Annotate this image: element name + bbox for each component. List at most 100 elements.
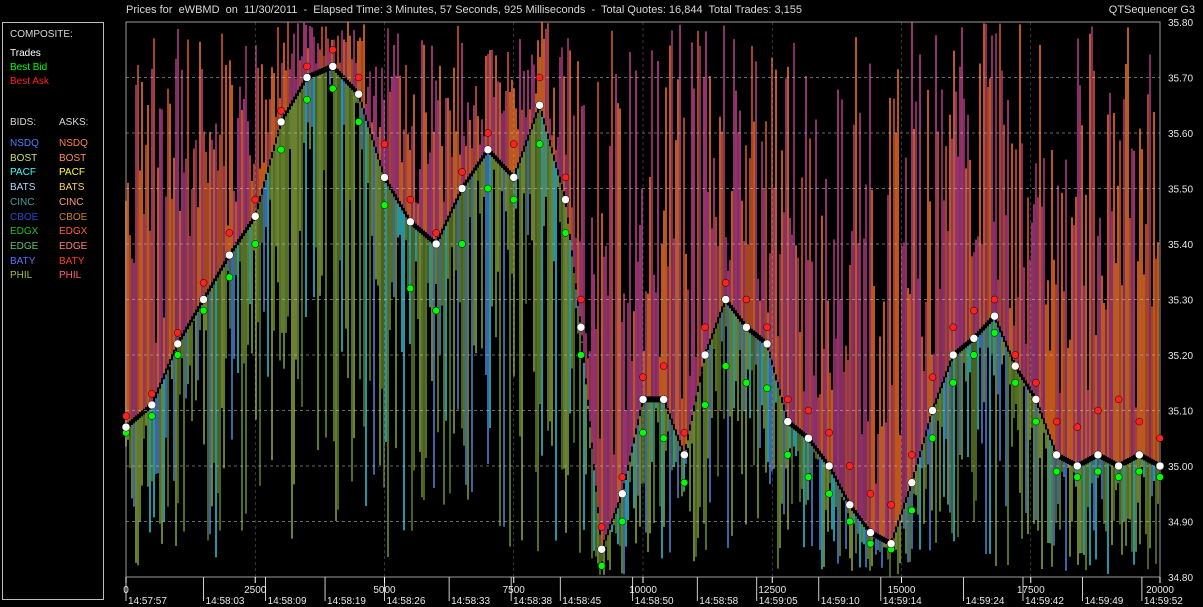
trades-point	[173, 339, 182, 349]
trades-point	[721, 295, 730, 304]
best-ask-point	[199, 279, 208, 287]
time-label: 14:58:58	[699, 596, 738, 607]
trades-point	[597, 545, 606, 554]
best-ask-point	[561, 173, 570, 182]
best-ask-point	[1135, 417, 1144, 426]
best-ask-point	[1156, 434, 1164, 442]
trades-point	[886, 539, 896, 548]
time-label: 14:58:26	[387, 596, 426, 607]
trades-point	[457, 184, 467, 193]
x-tick-label: 10000	[629, 585, 657, 596]
best-bid-point	[866, 539, 875, 548]
trades-point	[328, 62, 338, 71]
time-label: 14:58:38	[513, 596, 552, 607]
x-tick-label: 17500	[1017, 585, 1045, 596]
trades-point	[659, 395, 668, 404]
best-bid-point	[804, 473, 813, 481]
best-bid-point	[784, 451, 792, 459]
trades-point	[147, 400, 157, 410]
x-tick-label: 15000	[888, 585, 916, 596]
best-ask-point	[618, 473, 627, 481]
best-ask-point	[1114, 395, 1123, 404]
best-ask-point	[1032, 379, 1040, 387]
best-ask-point	[846, 462, 854, 470]
best-ask-point	[1052, 417, 1061, 426]
trades-point	[928, 406, 937, 415]
time-label: 14:59:10	[821, 596, 860, 607]
best-bid-point	[990, 329, 999, 337]
trades-point	[302, 73, 312, 82]
y-tick-label: 35.10	[1168, 407, 1193, 418]
best-ask-point	[432, 229, 440, 237]
best-bid-point	[432, 306, 440, 315]
best-bid-point	[825, 490, 833, 498]
best-ask-point	[721, 279, 730, 287]
x-tick-label: 12500	[758, 585, 786, 596]
trades-point	[251, 212, 260, 221]
y-tick-label: 35.50	[1168, 185, 1193, 196]
time-label: 14:58:33	[451, 596, 490, 607]
best-ask-point	[148, 390, 156, 398]
time-label: 14:58:50	[635, 596, 674, 607]
best-bid-point	[406, 284, 415, 293]
best-ask-point	[458, 168, 466, 176]
best-bid-point	[1032, 417, 1040, 426]
time-label: 14:59:49	[1084, 596, 1123, 607]
best-ask-point	[535, 73, 544, 82]
best-ask-point	[251, 195, 259, 204]
best-ask-point	[406, 195, 415, 204]
trades-point	[354, 89, 363, 99]
best-ask-point	[577, 295, 585, 304]
trades-point	[866, 528, 875, 537]
trades-point	[969, 334, 979, 343]
trades-point	[1073, 461, 1082, 471]
best-bid-point	[225, 273, 234, 282]
best-ask-point	[908, 451, 916, 459]
best-ask-point	[928, 373, 937, 381]
best-bid-point	[970, 351, 978, 359]
time-label: 14:58:19	[327, 596, 366, 607]
time-label: 14:59:52	[1144, 596, 1183, 607]
best-bid-point	[908, 506, 916, 515]
best-bid-point	[928, 434, 937, 442]
trades-point	[1010, 361, 1020, 371]
trades-point	[1114, 461, 1123, 471]
trades-point	[783, 417, 793, 426]
trades-point	[225, 250, 234, 260]
best-ask-point	[804, 406, 813, 415]
best-ask-point	[887, 501, 895, 509]
trades-point	[1052, 450, 1061, 460]
best-bid-point	[1094, 467, 1102, 476]
y-tick-label: 35.80	[1168, 18, 1193, 29]
time-label: 14:59:05	[759, 596, 798, 607]
time-label: 14:58:03	[206, 596, 245, 607]
best-bid-point	[597, 562, 606, 570]
best-bid-point	[701, 401, 709, 409]
best-ask-point	[1011, 351, 1019, 359]
best-ask-point	[484, 129, 492, 137]
trades-point	[762, 339, 772, 349]
best-ask-point	[173, 329, 182, 337]
best-ask-point	[1094, 406, 1102, 415]
trades-point	[1155, 461, 1165, 471]
trades-point	[121, 422, 131, 432]
best-ask-point	[825, 428, 833, 437]
best-ask-point	[380, 140, 389, 148]
trades-point	[509, 173, 518, 182]
y-tick-label: 35.40	[1168, 240, 1193, 251]
best-bid-point	[535, 140, 544, 148]
trades-point	[431, 239, 441, 249]
y-tick-label: 34.90	[1168, 518, 1193, 529]
best-bid-point	[561, 229, 570, 237]
best-bid-point	[1156, 473, 1164, 481]
best-bid-point	[251, 240, 259, 248]
best-ask-point	[510, 140, 518, 148]
trades-point	[535, 101, 544, 110]
best-bid-point	[1011, 379, 1019, 387]
best-bid-point	[510, 195, 518, 204]
trades-point	[680, 450, 689, 460]
best-bid-point	[199, 306, 208, 315]
best-ask-point	[742, 295, 751, 304]
best-ask-point	[949, 323, 957, 331]
trades-point	[845, 500, 855, 510]
